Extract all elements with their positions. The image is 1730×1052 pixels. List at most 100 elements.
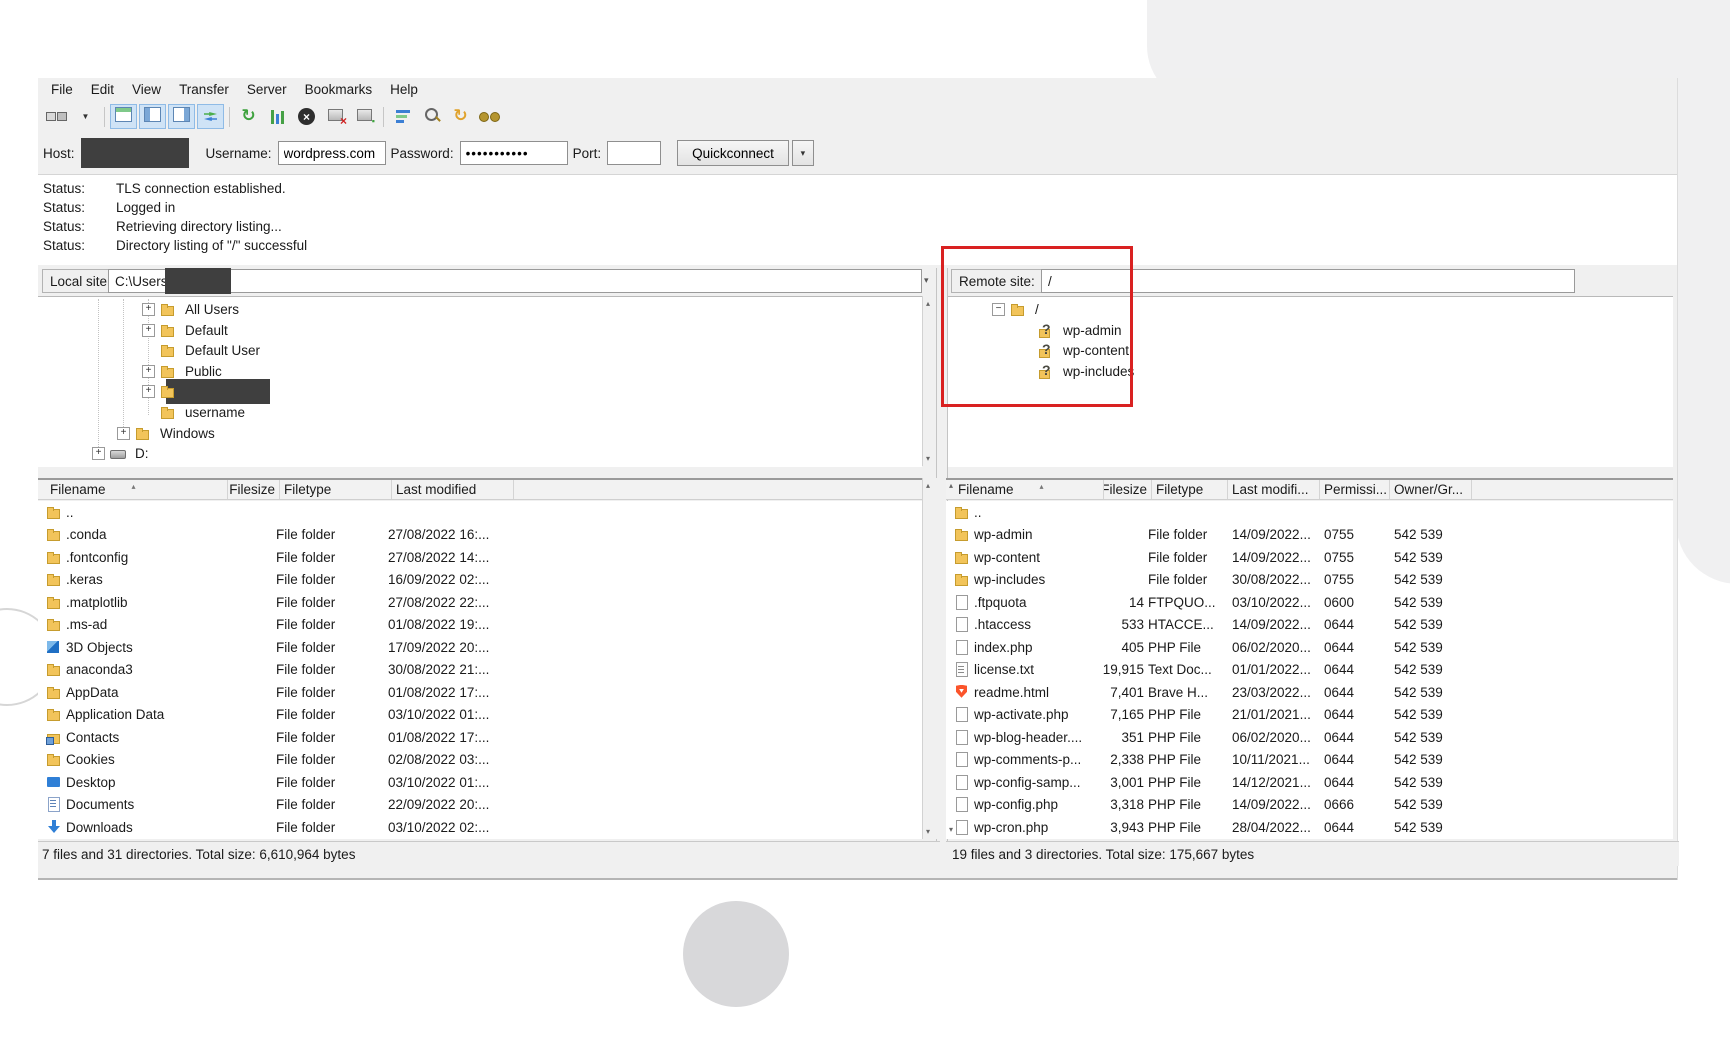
file-row-wp-activate-php[interactable]: wp-activate.php7,165PHP File21/01/2021..…	[946, 704, 1673, 727]
local-path-combobox[interactable]: C:\Users	[108, 269, 922, 293]
log-message: Directory listing of "/" successful	[116, 238, 307, 253]
file-row--htaccess[interactable]: .htaccess533HTACCE...14/09/2022...064454…	[946, 614, 1673, 637]
toggle-local-tree-button[interactable]	[139, 104, 166, 129]
menu-view[interactable]: View	[123, 82, 170, 97]
column-header-filesize[interactable]: Filesize	[1104, 480, 1152, 499]
toggle-transfer-queue-button[interactable]	[197, 104, 224, 129]
file-row-3d-objects[interactable]: 3D ObjectsFile folder17/09/2022 20:...	[38, 636, 922, 659]
scroll-down-icon[interactable]: ▾	[926, 827, 930, 836]
tree-item-redacted[interactable]: +	[38, 381, 922, 402]
column-header-filetype[interactable]: Filetype	[1152, 480, 1228, 499]
file-row--matplotlib[interactable]: .matplotlibFile folder27/08/2022 22:...	[38, 591, 922, 614]
file-row-appdata[interactable]: AppDataFile folder01/08/2022 17:...	[38, 681, 922, 704]
tree-expander-icon[interactable]: +	[142, 365, 155, 378]
menu-transfer[interactable]: Transfer	[170, 82, 238, 97]
tree-item-default-user[interactable]: +Default User	[38, 340, 922, 361]
tree-item-username[interactable]: +username	[38, 402, 922, 423]
column-header-owner-gr-[interactable]: Owner/Gr...	[1390, 480, 1472, 499]
toggle-message-log-button[interactable]	[110, 104, 137, 129]
cancel-button[interactable]: ×	[293, 104, 320, 129]
column-header-filename[interactable]: Filename▴	[954, 480, 1104, 499]
quickconnect-button[interactable]: Quickconnect	[677, 140, 789, 166]
disconnect-button[interactable]: ×	[322, 104, 349, 129]
tree-expander-icon[interactable]: +	[142, 385, 155, 398]
tree-expander-icon[interactable]: +	[92, 447, 105, 460]
file-row--ms-ad[interactable]: .ms-adFile folder01/08/2022 19:...	[38, 614, 922, 637]
file-row-license-txt[interactable]: license.txt19,915Text Doc...01/01/2022..…	[946, 659, 1673, 682]
file-row-wp-blog-header-[interactable]: wp-blog-header....351PHP File06/02/2020.…	[946, 726, 1673, 749]
process-queue-button[interactable]	[264, 104, 291, 129]
file-row--keras[interactable]: .kerasFile folder16/09/2022 02:...	[38, 569, 922, 592]
file-row-documents[interactable]: DocumentsFile folder22/09/2022 20:...	[38, 794, 922, 817]
tree-expander-icon[interactable]: +	[117, 427, 130, 440]
file-name: index.php	[974, 640, 1100, 655]
menu-bookmarks[interactable]: Bookmarks	[296, 82, 382, 97]
directory-comparison-button[interactable]	[418, 104, 445, 129]
username-input[interactable]	[278, 141, 386, 165]
tree-expander-icon[interactable]: +	[142, 303, 155, 316]
file-row--ftpquota[interactable]: .ftpquota14FTPQUO...03/10/2022...0600542…	[946, 591, 1673, 614]
file-modified: 01/08/2022 17:...	[388, 730, 538, 745]
file-type: PHP File	[1148, 775, 1232, 790]
tree-item-d-[interactable]: +D:	[38, 443, 922, 464]
file-row-desktop[interactable]: DesktopFile folder03/10/2022 01:...	[38, 771, 922, 794]
file-row-wp-content[interactable]: wp-contentFile folder14/09/2022...075554…	[946, 546, 1673, 569]
local-list-scrollbar[interactable]: ▴ ▾	[922, 478, 937, 839]
file-row-readme-html[interactable]: readme.html7,401Brave H...23/03/2022...0…	[946, 681, 1673, 704]
column-header-permissi-[interactable]: Permissi...	[1320, 480, 1390, 499]
tree-item-all-users[interactable]: +All Users	[38, 299, 922, 320]
refresh-button[interactable]: ↻	[235, 104, 262, 129]
site-manager-button[interactable]	[43, 104, 70, 129]
column-header-filetype[interactable]: Filetype	[280, 480, 392, 499]
tree-item-default[interactable]: +Default	[38, 320, 922, 341]
file-type: PHP File	[1148, 797, 1232, 812]
file-row-anaconda3[interactable]: anaconda3File folder30/08/2022 21:...	[38, 659, 922, 682]
menu-help[interactable]: Help	[381, 82, 427, 97]
file-row-wp-comments-p-[interactable]: wp-comments-p...2,338PHP File10/11/2021.…	[946, 749, 1673, 772]
scroll-down-icon[interactable]: ▾	[926, 454, 930, 463]
file-row--[interactable]: ..	[946, 501, 1673, 524]
password-input[interactable]	[460, 141, 568, 165]
file-row-wp-config-samp-[interactable]: wp-config-samp...3,001PHP File14/12/2021…	[946, 771, 1673, 794]
port-input[interactable]	[607, 141, 661, 165]
scroll-up-icon[interactable]: ▴	[949, 481, 953, 490]
filter-button[interactable]	[389, 104, 416, 129]
tree-expander-icon[interactable]: +	[142, 324, 155, 337]
find-files-button[interactable]	[476, 104, 503, 129]
scroll-down-icon[interactable]: ▾	[949, 825, 953, 834]
local-tree-scrollbar[interactable]: ▴ ▾	[922, 296, 937, 466]
file-row-downloads[interactable]: DownloadsFile folder03/10/2022 02:...	[38, 816, 922, 839]
column-header-last-modifi-[interactable]: Last modifi...	[1228, 480, 1320, 499]
file-row-wp-cron-php[interactable]: wp-cron.php3,943PHP File28/04/2022...064…	[946, 816, 1673, 839]
local-path-dropdown-icon[interactable]: ▾	[924, 275, 929, 286]
scroll-up-icon[interactable]: ▴	[926, 299, 930, 308]
file-row-wp-config-php[interactable]: wp-config.php3,318PHP File14/09/2022...0…	[946, 794, 1673, 817]
file-row-cookies[interactable]: CookiesFile folder02/08/2022 03:...	[38, 749, 922, 772]
column-header-filesize[interactable]: Filesize	[228, 480, 280, 499]
menu-server[interactable]: Server	[238, 82, 296, 97]
menu-edit[interactable]: Edit	[82, 82, 123, 97]
scroll-up-icon[interactable]: ▴	[926, 481, 930, 490]
reconnect-button[interactable]: ▪	[351, 104, 378, 129]
file-row-wp-includes[interactable]: wp-includesFile folder30/08/2022...07555…	[946, 569, 1673, 592]
column-header-filename[interactable]: Filename▴	[46, 480, 228, 499]
tree-item-windows[interactable]: +Windows	[38, 423, 922, 444]
window-bottom-edge	[38, 865, 1677, 880]
folder-icon	[46, 707, 62, 722]
file-row-wp-admin[interactable]: wp-adminFile folder14/09/2022...0755542 …	[946, 524, 1673, 547]
file-row-application-data[interactable]: Application DataFile folder03/10/2022 01…	[38, 704, 922, 727]
column-header-last-modified[interactable]: Last modified	[392, 480, 514, 499]
quickconnect-dropdown-button[interactable]: ▾	[792, 140, 814, 166]
file-row-contacts[interactable]: ContactsFile folder01/08/2022 17:...	[38, 726, 922, 749]
file-row--conda[interactable]: .condaFile folder27/08/2022 16:...	[38, 524, 922, 547]
file-row--[interactable]: ..	[38, 501, 922, 524]
file-row--fontconfig[interactable]: .fontconfigFile folder27/08/2022 14:...	[38, 546, 922, 569]
column-header-label: Filename	[50, 482, 106, 497]
site-manager-dropdown-button[interactable]: ▼	[72, 104, 99, 129]
synchronized-browsing-button[interactable]: ↻	[447, 104, 474, 129]
file-row-index-php[interactable]: index.php405PHP File06/02/2020...0644542…	[946, 636, 1673, 659]
file-type: File folder	[276, 820, 388, 835]
file-modified: 06/02/2020...	[1232, 730, 1324, 745]
menu-file[interactable]: File	[42, 82, 82, 97]
toggle-remote-tree-button[interactable]	[168, 104, 195, 129]
